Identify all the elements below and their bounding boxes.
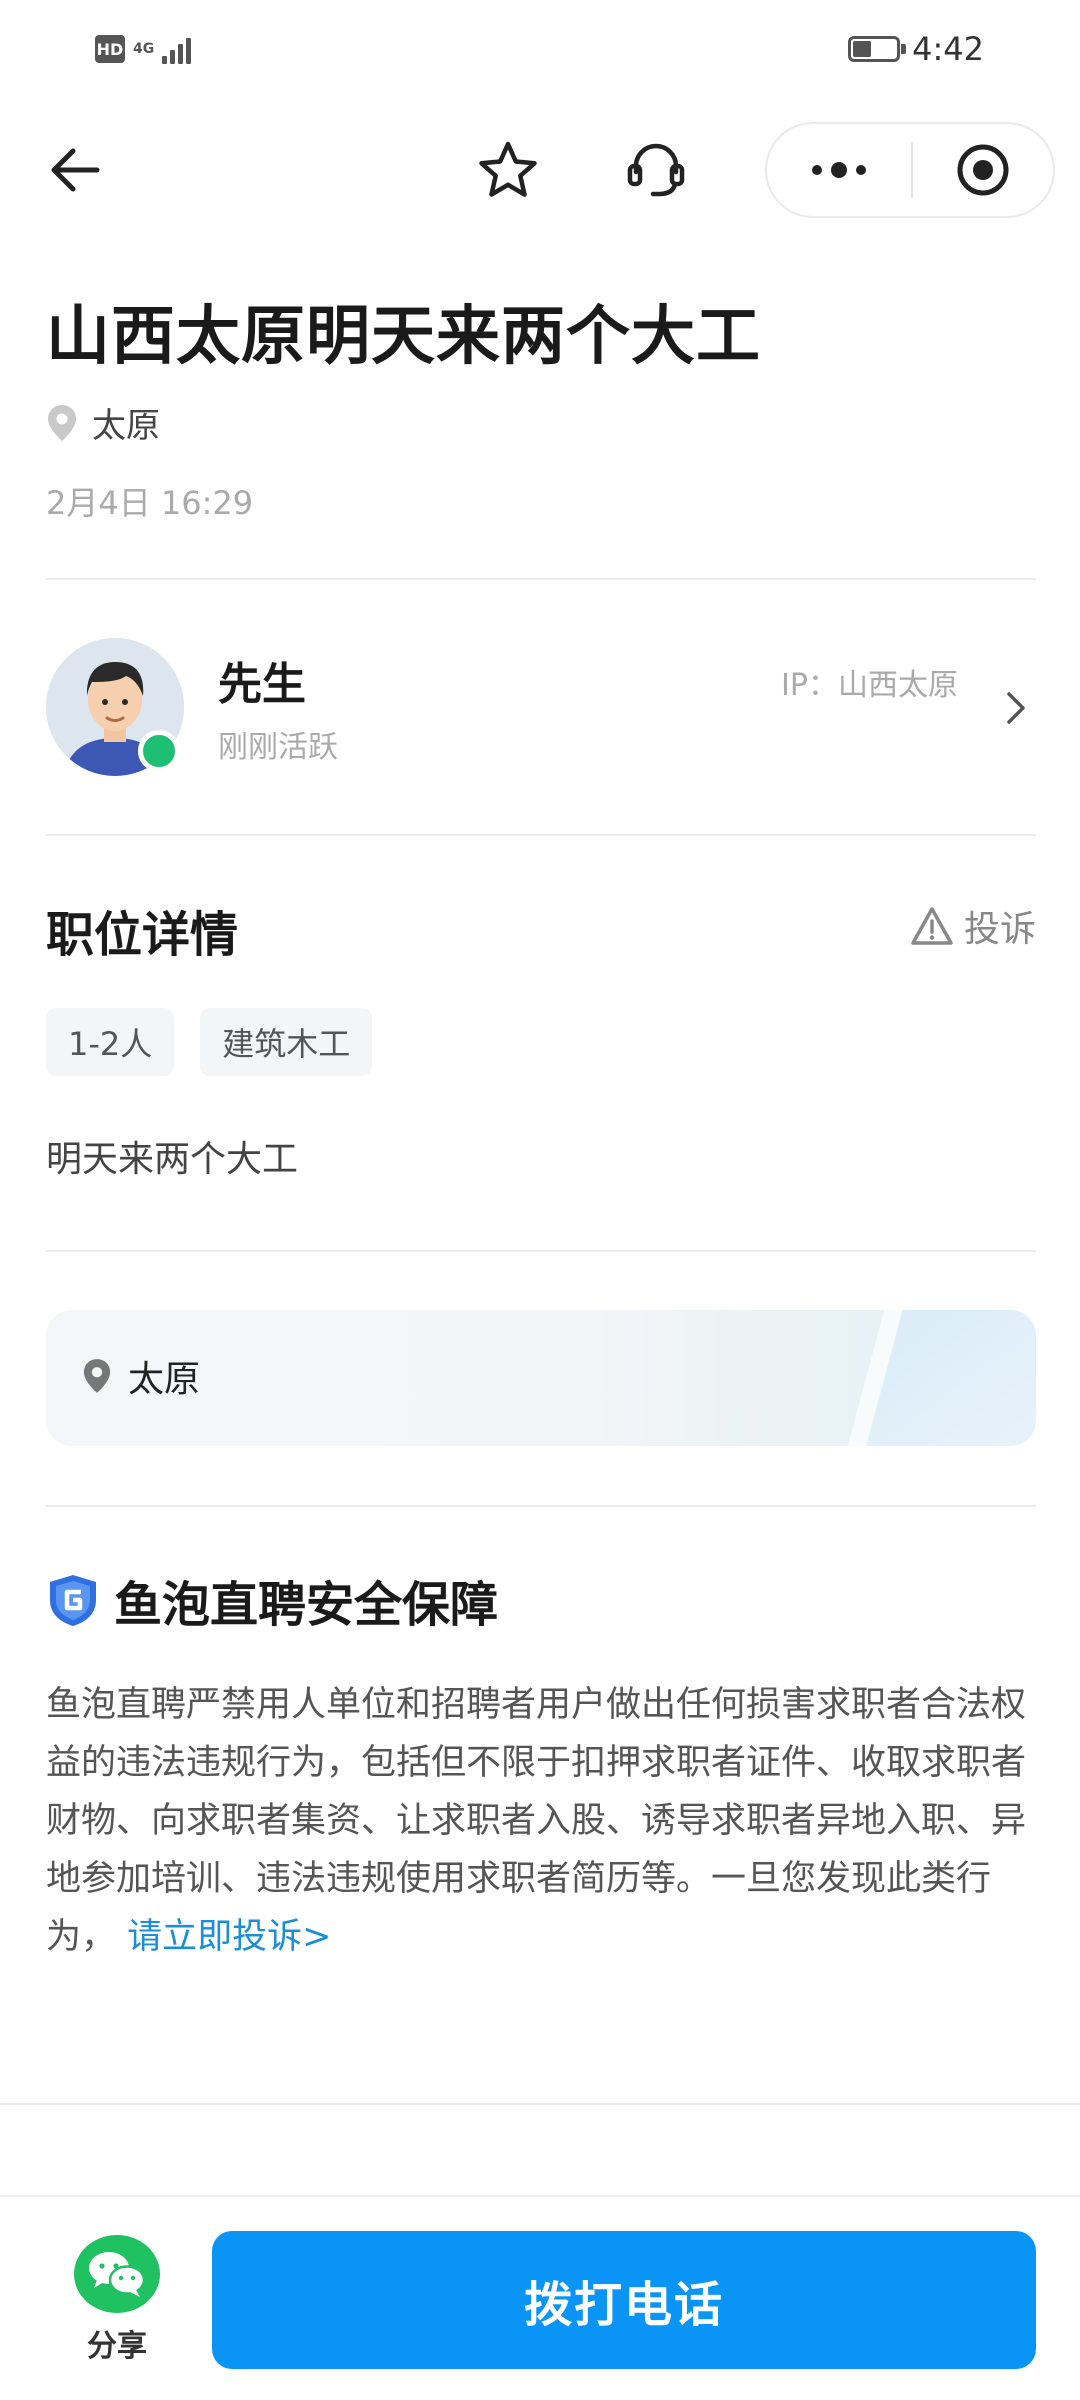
- battery-icon: [848, 36, 907, 62]
- mini-program-capsule: [765, 122, 1055, 218]
- divider: [46, 1505, 1036, 1507]
- headset-icon: [627, 143, 685, 197]
- job-description: 明天来两个大工: [46, 1139, 299, 1180]
- location-pin-icon: [48, 404, 76, 441]
- share-button[interactable]: 分享: [62, 2235, 172, 2365]
- bottom-action-bar: 分享 拨打电话: [0, 2195, 1080, 2400]
- poster-ip: IP：山西太原: [781, 668, 958, 703]
- shield-icon: [50, 1575, 96, 1626]
- map-location-card[interactable]: 太原: [46, 1310, 1036, 1446]
- star-icon: [479, 141, 537, 197]
- divider: [46, 1250, 1036, 1252]
- poster-card[interactable]: 先生 刚刚活跃 IP：山西太原: [46, 638, 1036, 778]
- report-link[interactable]: 请立即投诉>: [127, 1917, 331, 1957]
- divider: [46, 834, 1036, 836]
- favorite-button[interactable]: [470, 133, 546, 209]
- status-right: 4:42: [848, 30, 984, 68]
- safety-header: 鱼泡直聘安全保障: [46, 1565, 498, 1635]
- nav-bar: [0, 100, 1080, 240]
- call-button[interactable]: 拨打电话: [212, 2231, 1036, 2369]
- job-title: 山西太原明天来两个大工: [46, 300, 761, 374]
- close-mini-program-button[interactable]: [913, 124, 1053, 216]
- warning-icon: [911, 907, 953, 945]
- more-button[interactable]: [767, 124, 911, 216]
- hd-badge: HD: [95, 35, 125, 63]
- location-pin-icon: [83, 1359, 111, 1393]
- status-left: HD 4G: [95, 34, 192, 64]
- status-bar: HD 4G 4:42: [0, 0, 1080, 100]
- customer-service-button[interactable]: [618, 133, 694, 209]
- divider: [0, 2103, 1080, 2105]
- job-tags: 1-2人 建筑木工: [46, 1008, 373, 1076]
- job-detail-page: HD 4G 4:42 山西太原明天来两个大工 太原 2月4日 16:29 先生 …: [0, 0, 1080, 2400]
- job-location-text: 太原: [92, 406, 160, 446]
- complain-button[interactable]: 投诉: [910, 900, 1036, 952]
- online-status-dot: [138, 730, 180, 772]
- wechat-icon: [74, 2235, 160, 2313]
- section-title-details: 职位详情: [46, 907, 239, 963]
- tag-headcount: 1-2人: [46, 1008, 175, 1076]
- safety-title: 鱼泡直聘安全保障: [114, 1577, 499, 1633]
- network-type: 4G: [133, 41, 155, 57]
- chevron-right-icon: [996, 686, 1036, 730]
- post-date: 2月4日 16:29: [46, 484, 254, 522]
- status-time: 4:42: [912, 30, 984, 68]
- target-icon: [957, 144, 1009, 196]
- arrow-left-icon: [51, 148, 100, 192]
- divider: [46, 578, 1036, 580]
- battery-level: [853, 41, 871, 57]
- complain-label: 投诉: [963, 909, 1036, 950]
- job-location: 太原: [46, 398, 160, 447]
- safety-text: 鱼泡直聘严禁用人单位和招聘者用户做出任何损害求职者合法权益的违法违规行为，包括但…: [46, 1676, 1036, 1966]
- poster-name: 先生: [218, 659, 306, 710]
- poster-activity: 刚刚活跃: [218, 730, 338, 765]
- map-location: 太原: [82, 1350, 200, 1402]
- share-label: 分享: [87, 2329, 147, 2364]
- tag-job-type: 建筑木工: [200, 1008, 373, 1076]
- signal-icon: [162, 34, 192, 64]
- map-location-text: 太原: [128, 1359, 201, 1400]
- more-dots-icon: [812, 162, 866, 178]
- back-button[interactable]: [40, 135, 110, 205]
